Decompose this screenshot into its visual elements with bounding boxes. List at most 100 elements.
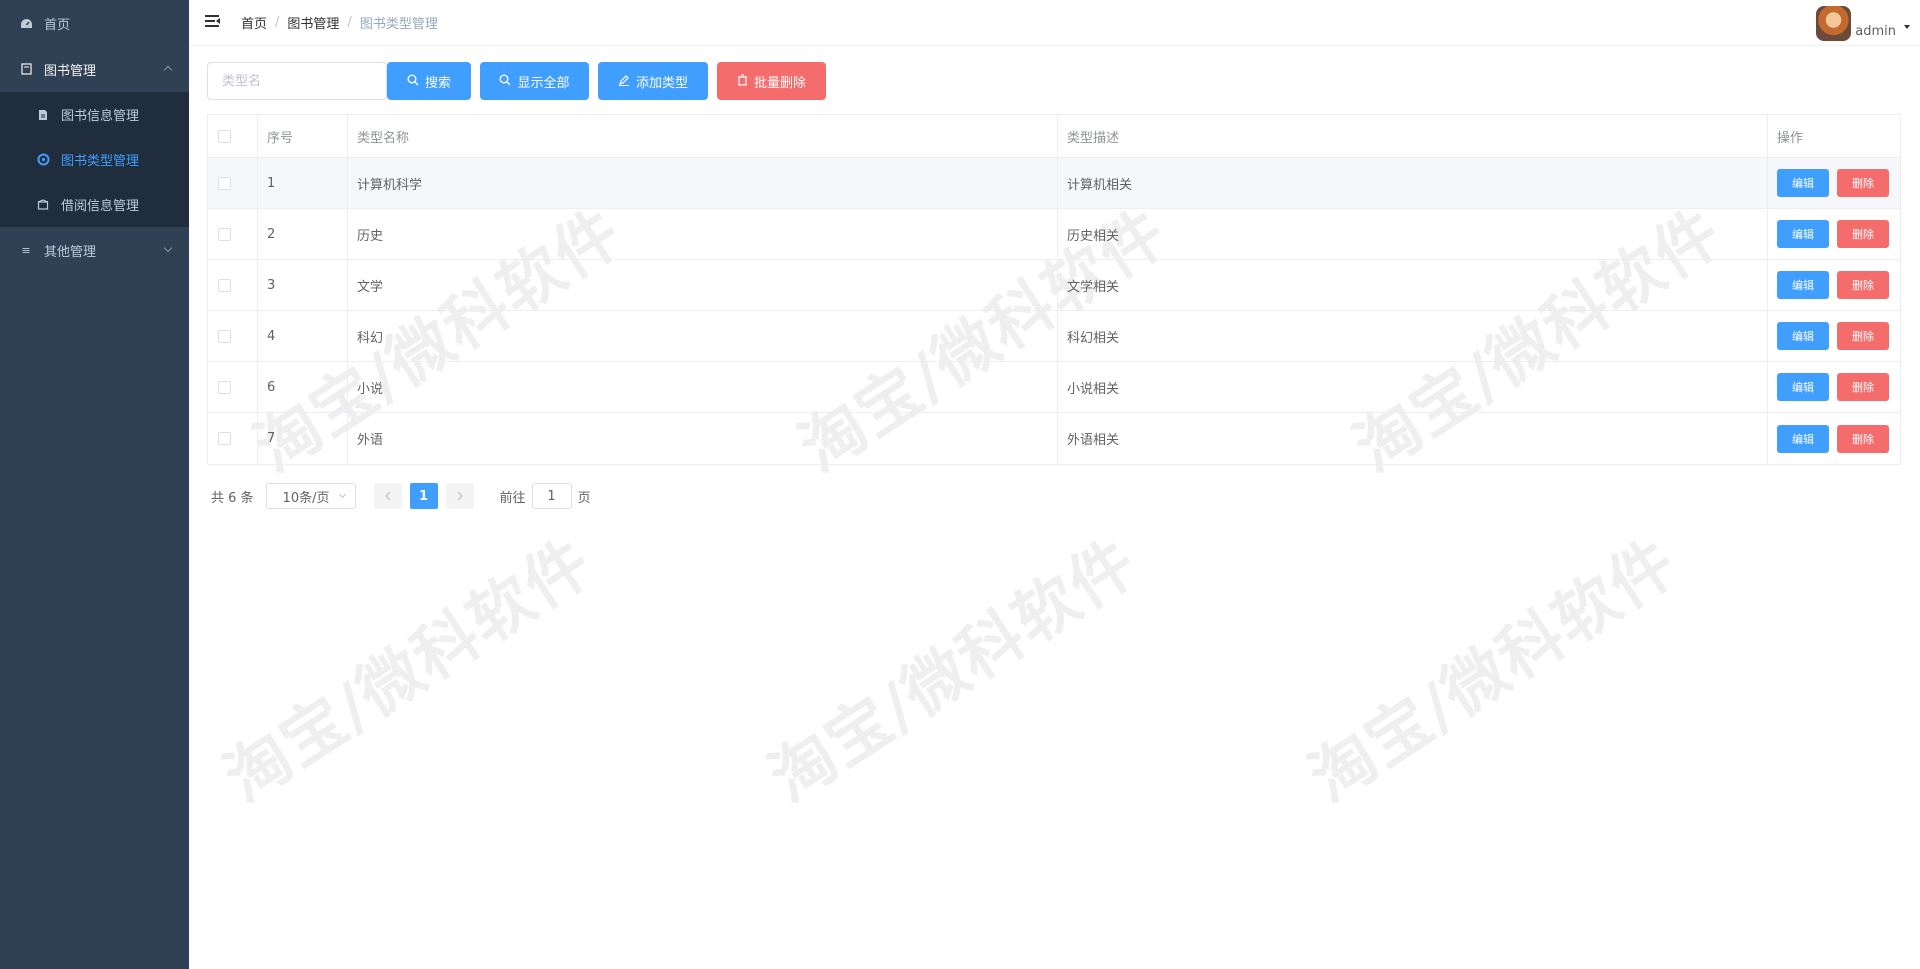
goto-page-input[interactable]	[531, 483, 572, 509]
pagination: 共 6 条 10条/页 1 前往 页	[211, 483, 591, 509]
batch-delete-button-label: 批量删除	[753, 75, 806, 91]
sidebar: 首页 图书管理 图书信息管理 图书类型管理 借阅信息管理 ≡ 其他管理	[0, 0, 189, 969]
prev-page-button[interactable]	[373, 483, 402, 509]
row-checkbox[interactable]	[218, 278, 231, 292]
add-type-button[interactable]: 添加类型	[598, 62, 708, 100]
chevron-down-icon	[163, 243, 173, 253]
delete-icon	[737, 73, 748, 89]
row-type-name: 科幻	[348, 311, 1058, 361]
batch-delete-button[interactable]: 批量删除	[717, 62, 826, 100]
delete-button[interactable]: 删除	[1837, 322, 1889, 350]
caret-down-icon	[1904, 25, 1910, 29]
edit-button[interactable]: 编辑	[1777, 271, 1829, 299]
sidebar-item-label: 借阅信息管理	[61, 199, 140, 214]
add-type-button-label: 添加类型	[635, 75, 688, 91]
sidebar-item-home[interactable]: 首页	[0, 0, 189, 46]
edit-button[interactable]: 编辑	[1777, 424, 1829, 453]
top-navbar: 首页 / 图书管理 / 图书类型管理 admin	[189, 0, 1920, 46]
row-type-desc: 科幻相关	[1058, 311, 1768, 361]
edit-button[interactable]: 编辑	[1777, 169, 1829, 197]
type-name-search-input[interactable]	[207, 62, 387, 100]
row-index: 7	[258, 413, 348, 464]
delete-button[interactable]: 删除	[1837, 220, 1889, 248]
row-checkbox-cell	[208, 260, 258, 310]
book-type-table: 序号 类型名称 类型描述 操作 1 计算机科学 计算机相关 编辑 删除 2 历史…	[207, 114, 1901, 465]
select-all-checkbox[interactable]	[218, 129, 231, 143]
watermark: 淘宝/微科软件	[757, 525, 1151, 817]
chevron-down-icon	[338, 490, 346, 498]
search-icon	[499, 74, 511, 89]
sidebar-toggle-icon[interactable]	[205, 14, 221, 28]
show-all-button[interactable]: 显示全部	[480, 62, 589, 100]
document-icon	[18, 63, 34, 75]
row-checkbox-cell	[208, 209, 258, 259]
row-operations: 编辑 删除	[1768, 311, 1900, 361]
row-index: 1	[258, 158, 348, 208]
sidebar-item-label: 其他管理	[44, 244, 97, 260]
edit-button[interactable]: 编辑	[1777, 220, 1829, 248]
file-list-icon	[35, 109, 51, 121]
breadcrumb-separator: /	[347, 15, 352, 30]
goto-label: 前往	[499, 490, 526, 506]
sidebar-item-label: 图书类型管理	[61, 154, 140, 169]
row-operations: 编辑 删除	[1768, 413, 1900, 464]
username: admin	[1855, 24, 1896, 39]
row-type-name: 外语	[348, 413, 1058, 464]
watermark: 淘宝/微科软件	[1297, 525, 1691, 817]
dashboard-icon	[18, 18, 34, 29]
row-type-name: 小说	[348, 362, 1058, 412]
row-type-desc: 计算机相关	[1058, 158, 1768, 208]
page-suffix: 页	[577, 490, 591, 506]
sidebar-item-label: 图书管理	[44, 63, 97, 79]
delete-button[interactable]: 删除	[1837, 424, 1889, 453]
user-dropdown[interactable]: admin	[1816, 5, 1910, 41]
sidebar-item-borrow-info[interactable]: 借阅信息管理	[0, 182, 189, 227]
avatar[interactable]	[1816, 6, 1852, 41]
chevron-right-icon	[457, 491, 463, 501]
chevron-left-icon	[384, 491, 391, 501]
breadcrumb-home[interactable]: 首页	[241, 13, 267, 32]
row-index: 3	[258, 260, 348, 310]
row-checkbox[interactable]	[218, 380, 231, 394]
row-type-name: 历史	[348, 209, 1058, 259]
row-type-name: 计算机科学	[348, 158, 1058, 208]
search-icon	[407, 74, 419, 89]
breadcrumb-book-management[interactable]: 图书管理	[287, 13, 339, 32]
edit-button[interactable]: 编辑	[1777, 322, 1829, 350]
sidebar-item-book-management[interactable]: 图书管理	[0, 46, 189, 92]
delete-button[interactable]: 删除	[1837, 373, 1889, 401]
breadcrumb-current: 图书类型管理	[359, 17, 438, 32]
row-checkbox-cell	[208, 362, 258, 412]
row-checkbox[interactable]	[218, 227, 231, 241]
header-type-name: 类型名称	[348, 115, 1058, 157]
page-size-value: 10条/页	[282, 490, 330, 506]
next-page-button[interactable]	[445, 483, 474, 509]
breadcrumb-separator: /	[275, 15, 280, 30]
watermark: 淘宝/微科软件	[212, 525, 606, 817]
header-operations: 操作	[1777, 130, 1804, 146]
menu-icon: ≡	[21, 243, 31, 257]
delete-button[interactable]: 删除	[1837, 271, 1889, 299]
sidebar-item-book-info[interactable]: 图书信息管理	[0, 92, 189, 137]
page-number[interactable]: 1	[409, 483, 438, 509]
page-size-select[interactable]: 10条/页	[265, 483, 356, 509]
sidebar-item-book-type[interactable]: 图书类型管理	[0, 137, 189, 182]
show-all-button-label: 显示全部	[517, 75, 570, 91]
row-operations: 编辑 删除	[1768, 362, 1900, 412]
table-header: 序号 类型名称 类型描述 操作	[208, 115, 1900, 158]
row-type-desc: 外语相关	[1058, 413, 1768, 464]
table-row: 4 科幻 科幻相关 编辑 删除	[208, 311, 1900, 362]
row-checkbox[interactable]	[218, 432, 231, 445]
breadcrumb: 首页 / 图书管理 / 图书类型管理	[241, 13, 438, 32]
delete-button[interactable]: 删除	[1837, 169, 1889, 197]
search-button-label: 搜索	[424, 75, 451, 91]
row-checkbox[interactable]	[218, 329, 231, 343]
search-button[interactable]: 搜索	[387, 62, 471, 100]
header-checkbox-cell	[208, 115, 258, 157]
sidebar-item-other-management[interactable]: ≡ 其他管理	[0, 227, 189, 273]
row-checkbox[interactable]	[218, 176, 231, 190]
edit-button[interactable]: 编辑	[1777, 373, 1829, 401]
box-icon	[35, 199, 51, 210]
row-type-name: 文学	[348, 260, 1058, 310]
table-row: 2 历史 历史相关 编辑 删除	[208, 209, 1900, 260]
